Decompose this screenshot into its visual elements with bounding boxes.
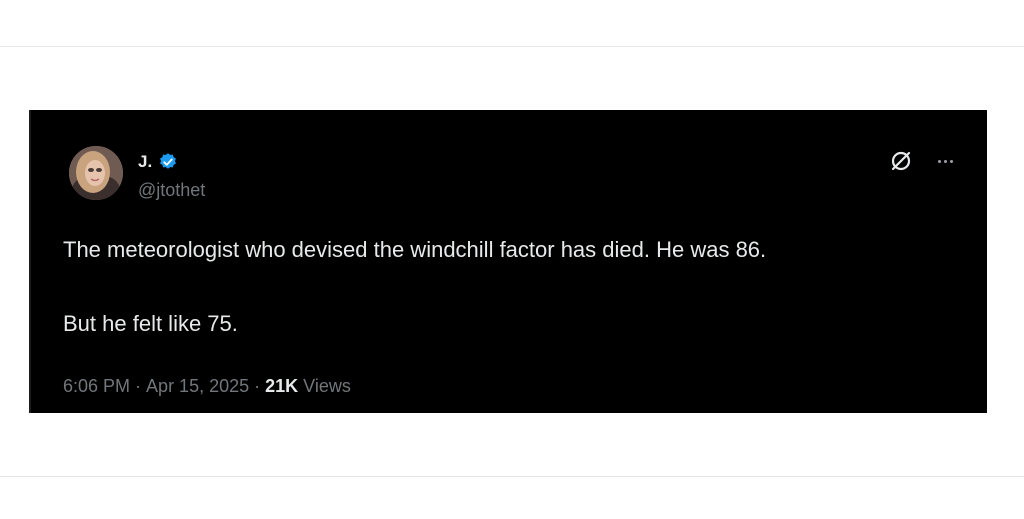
tweet-text-line-1: The meteorologist who devised the windch… bbox=[63, 237, 767, 262]
grok-icon[interactable] bbox=[888, 148, 914, 174]
tweet-meta: 6:06 PM · Apr 15, 2025 · 21K Views bbox=[63, 376, 351, 397]
top-divider bbox=[0, 46, 1024, 47]
meta-separator: · bbox=[249, 376, 266, 396]
avatar-image bbox=[69, 146, 123, 200]
tweet-time[interactable]: 6:06 PM bbox=[63, 376, 130, 397]
tweet-date[interactable]: Apr 15, 2025 bbox=[146, 376, 249, 397]
more-options-icon[interactable] bbox=[932, 148, 958, 174]
tweet-card: J. @jtothet The meteorologist who devise… bbox=[29, 110, 987, 413]
bottom-divider bbox=[0, 476, 1024, 477]
author-handle[interactable]: @jtothet bbox=[138, 180, 205, 201]
avatar[interactable] bbox=[69, 146, 123, 200]
author-name[interactable]: J. bbox=[138, 152, 152, 172]
tweet-text-line-2: But he felt like 75. bbox=[63, 311, 238, 336]
views-label: Views bbox=[298, 376, 351, 396]
verified-badge-icon bbox=[160, 153, 177, 169]
meta-separator: · bbox=[130, 376, 147, 396]
views-count[interactable]: 21K bbox=[265, 376, 298, 397]
